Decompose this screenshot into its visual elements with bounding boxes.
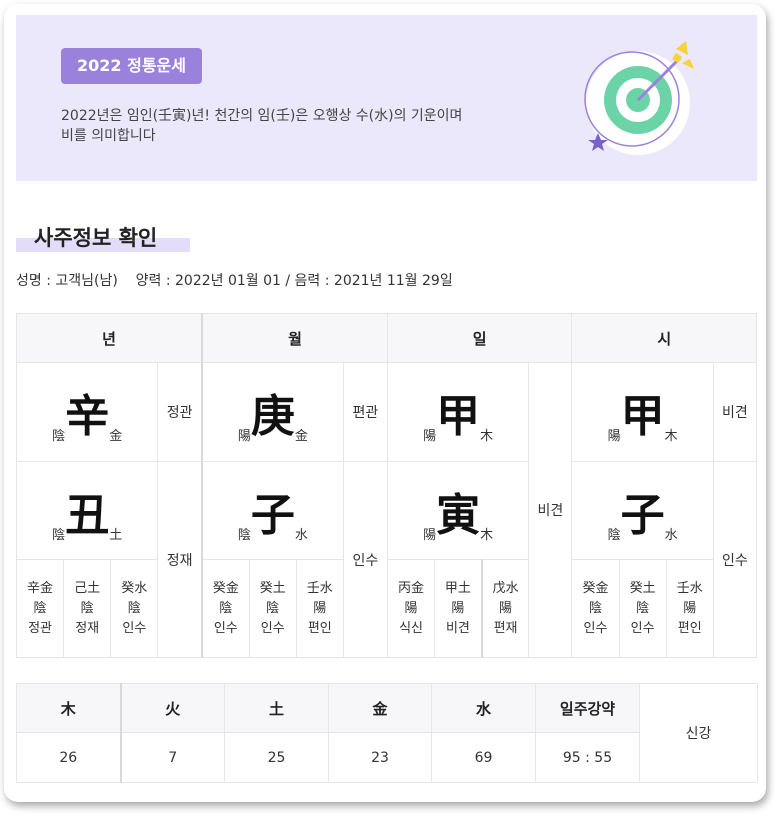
section-title: 사주정보 확인 (16, 222, 190, 252)
birth-info: 성명 : 고객님(남) 양력 : 2022년 01월 01 / 음력 : 202… (16, 273, 453, 289)
pillar-header: 월 (200, 313, 388, 363)
branch-cell: 陰子水 (571, 461, 714, 560)
hidden-stem: 甲土陽 비견 (434, 559, 483, 658)
ten-god: 정관 (157, 362, 203, 462)
strength-header: 일주강약 (535, 683, 640, 733)
five-elements-table: 木 火 土 金 水 일주강약 신강 26 7 25 23 69 95 : 55 (16, 683, 758, 783)
hidden-stem: 辛金陰 정관 (15, 559, 65, 658)
element-value: 26 (16, 732, 121, 783)
banner-description: 2022년은 임인(壬寅)년! 천간의 임(壬)은 오행상 수(水)의 기운이며… (61, 108, 463, 144)
hidden-stem: 壬水陽 편인 (295, 559, 344, 658)
stem-cell: 陽甲木 (571, 362, 714, 462)
stem-cell: 陽甲木 (386, 362, 530, 462)
branch-cell: 陰子水 (200, 461, 344, 560)
ten-god: 정재 (157, 461, 203, 658)
element-value: 7 (119, 732, 225, 783)
hidden-stem: 壬水陽 편인 (665, 559, 714, 658)
strength-value: 95 : 55 (535, 732, 640, 783)
fortune-card: 2022 정통운세 2022년은 임인(壬寅)년! 천간의 임(壬)은 오행상 … (4, 4, 766, 802)
target-icon (584, 41, 694, 155)
ten-god: 편관 (342, 362, 388, 462)
element-value: 23 (328, 732, 432, 783)
element-value: 25 (224, 732, 329, 783)
stem-cell: 陰辛金 (15, 362, 159, 462)
pillar-header: 년 (15, 313, 203, 363)
stem-row: 陰辛金 정관 陽庚金 편관 陽甲木 비견 陽甲木 비견 (15, 362, 758, 658)
hidden-stem: 癸土陰 인수 (248, 559, 297, 658)
element-header: 土 (224, 683, 329, 733)
element-header: 火 (119, 683, 225, 733)
hidden-stem: 丙金陽 식신 (386, 559, 436, 658)
hidden-stem: 癸水陰 인수 (110, 559, 159, 658)
hidden-stem: 癸土陰 인수 (618, 559, 667, 658)
hidden-stems-row: 辛金陰 정관 己土陰 정재 癸水陰 인수 癸金陰 인수 癸土陰 인수 壬水陽 편인 丙金陽 식… (15, 559, 757, 658)
branch-cell: 陰丑土 (15, 461, 159, 560)
hidden-stem: 癸金陰 인수 (200, 559, 250, 658)
ten-god: 인수 (342, 461, 388, 658)
stem-cell: 陽庚金 (200, 362, 344, 462)
element-header-row: 木 火 土 金 水 일주강약 신강 (16, 683, 758, 783)
element-header: 木 (16, 683, 121, 733)
pillar-header: 시 (571, 313, 757, 363)
hidden-stem: 己土陰 정재 (63, 559, 112, 658)
ten-god: 인수 (712, 461, 758, 658)
hidden-stem: 戊水陽 편재 (480, 559, 530, 658)
element-header: 水 (431, 683, 536, 733)
hidden-stem: 癸金陰 인수 (571, 559, 620, 658)
element-value: 69 (431, 732, 536, 783)
year-badge: 2022 정통운세 (61, 48, 202, 84)
branch-cell: 陽寅木 (386, 461, 530, 560)
ten-god: 비견 (712, 362, 758, 462)
pillar-header: 일 (386, 313, 573, 363)
strength-result: 신강 (639, 683, 758, 783)
branch-row: 陰丑土 정재 陰子水 인수 陽寅木 陰子水 인수 (15, 461, 758, 658)
element-header: 金 (328, 683, 432, 733)
ten-god: 비견 (528, 362, 573, 658)
pillar-header-row: 년 월 일 시 (15, 313, 757, 363)
fortune-banner: 2022 정통운세 2022년은 임인(壬寅)년! 천간의 임(壬)은 오행상 … (16, 15, 757, 181)
saju-table: 년 월 일 시 陰辛金 정관 陽庚金 편관 陽甲木 비견 陽甲木 비견 陰丑土 … (15, 313, 758, 658)
